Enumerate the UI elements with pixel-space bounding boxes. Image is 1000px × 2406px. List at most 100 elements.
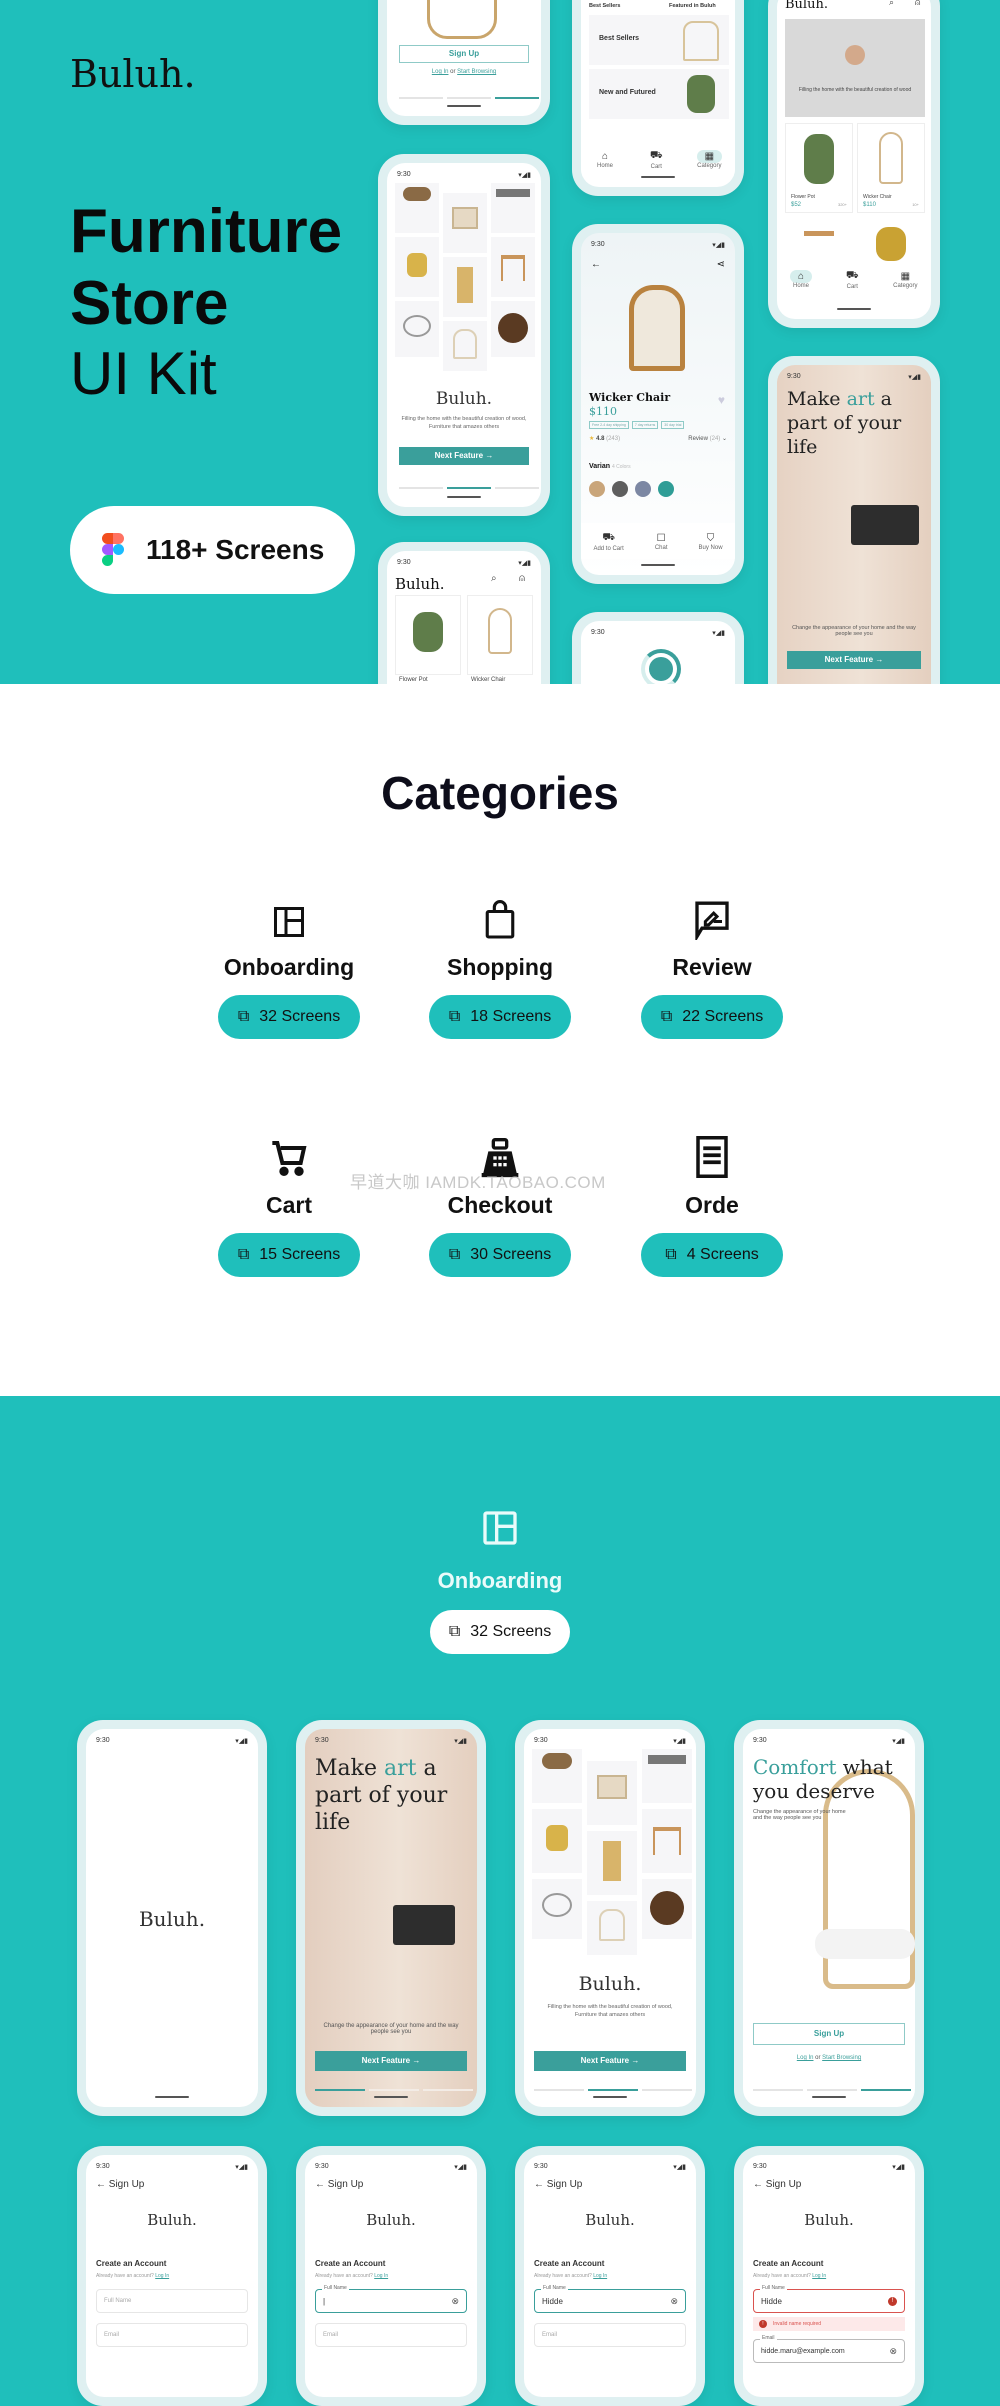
- fullname-input[interactable]: Full Name Hidde!: [753, 2285, 905, 2313]
- clear-icon[interactable]: ⊗: [889, 2346, 897, 2357]
- product-card[interactable]: Wicker Chair $110 10+: [857, 123, 925, 213]
- browse-link[interactable]: Start Browsing: [822, 2055, 861, 2061]
- signup-button[interactable]: Sign Up: [399, 45, 529, 63]
- chat-button[interactable]: ☐ Chat: [649, 532, 674, 551]
- preview-phone-signup: Sign Up Log In or Start Browsing: [378, 0, 550, 125]
- category-new[interactable]: New and Futured: [589, 69, 729, 119]
- buy-now-button[interactable]: ⛉ Buy Now: [699, 532, 723, 551]
- category-cart[interactable]: Cart ⧉ 15 Screens: [189, 1132, 389, 1277]
- clear-icon[interactable]: ⊗: [670, 2296, 678, 2307]
- screens-badge[interactable]: ⧉ 30 Screens: [429, 1233, 571, 1277]
- product-price: $110: [589, 405, 617, 418]
- chair-image: [427, 0, 497, 39]
- back-arrow-icon[interactable]: ←: [753, 2179, 763, 2190]
- nav-cart[interactable]: ⛟ Cart: [642, 149, 671, 170]
- onboarding-count-badge[interactable]: ⧉ 32 Screens: [430, 1610, 570, 1654]
- email-input[interactable]: Email: [315, 2323, 467, 2347]
- back-arrow-icon[interactable]: ←: [96, 2179, 106, 2190]
- screens-count-pill: 118+ Screens: [70, 506, 355, 594]
- profile-icon[interactable]: ⍝: [519, 573, 525, 584]
- hero-subtitle: UI Kit: [70, 340, 217, 407]
- login-link[interactable]: Log In: [593, 2273, 607, 2279]
- next-feature-button[interactable]: Next Feature →: [315, 2051, 467, 2071]
- heart-icon[interactable]: ♥: [718, 393, 725, 407]
- signup-header: ← Sign Up: [96, 2179, 145, 2190]
- rating: ★ 4.8 (243): [589, 436, 621, 442]
- hero-title-line1: Furniture: [70, 197, 343, 266]
- category-shopping[interactable]: Shopping ⧉ 18 Screens: [400, 894, 600, 1039]
- error-message: ! Invalid name required: [753, 2317, 905, 2331]
- login-link[interactable]: Log In: [797, 2055, 814, 2061]
- review-icon: [612, 894, 812, 940]
- fullname-input[interactable]: Full Name | ⊗: [315, 2285, 467, 2313]
- signup-screen-focus: 9:30 ▾◢▮ ← Sign Up Buluh. Create an Accou…: [296, 2146, 486, 2406]
- onboarding-splash-screen: 9:30 ▾◢▮ Buluh.: [77, 1720, 267, 2116]
- onboarding-make-art-screen: 9:30 ▾◢▮ Make art a part of your life Cha…: [296, 1720, 486, 2116]
- nav-cart[interactable]: ⛟ Cart: [838, 269, 867, 290]
- nav-category[interactable]: ▦ Category: [696, 149, 723, 169]
- review-toggle[interactable]: Review (24) ⌄: [688, 435, 727, 442]
- home-icon: ⌂: [601, 150, 609, 162]
- category-order[interactable]: Orde ⧉ 4 Screens: [612, 1132, 812, 1277]
- login-link[interactable]: Log In: [812, 2273, 826, 2279]
- pages-icon: ⧉: [448, 1623, 461, 1640]
- browse-link[interactable]: Start Browsing: [457, 69, 496, 75]
- next-feature-button[interactable]: Next Feature →: [787, 651, 921, 669]
- search-icon[interactable]: ⌕: [889, 0, 894, 8]
- variant-label: Varian 4 Colors: [589, 463, 631, 470]
- add-to-cart-button[interactable]: ⛟ Add to Cart: [593, 531, 623, 552]
- onboarding-title: Onboarding: [437, 1568, 563, 1593]
- watermark: 早道大咖 IAMDK.TAOBAO.COM: [350, 1173, 606, 1192]
- back-arrow-icon[interactable]: ←: [534, 2179, 544, 2190]
- bottom-nav: ⌂ Home ⛟ Cart ▦ Category: [777, 261, 931, 297]
- login-link[interactable]: Log In: [432, 69, 449, 75]
- nav-home[interactable]: ⌂ Home: [594, 150, 616, 169]
- variant-swatches: [589, 481, 674, 497]
- product-card[interactable]: Flower Pot $52 320+: [785, 123, 853, 213]
- swatch-tan[interactable]: [589, 481, 605, 497]
- swatch-teal[interactable]: [658, 481, 674, 497]
- back-arrow-icon[interactable]: ←: [315, 2179, 325, 2190]
- fullname-input[interactable]: Full Name: [96, 2289, 248, 2313]
- next-feature-button[interactable]: Next Feature →: [534, 2051, 686, 2071]
- home-brand: Buluh.: [785, 0, 828, 12]
- email-input[interactable]: Email: [534, 2323, 686, 2347]
- preview-phone-loading: 9:30 ▾◢▮: [572, 612, 744, 684]
- fullname-input[interactable]: Full Name Hidde ⊗: [534, 2285, 686, 2313]
- nav-home[interactable]: ⌂ Home: [789, 269, 813, 289]
- preview-phone-home-2: 9:30 ▾◢▮ Buluh. ⌕ ⍝ Flower Pot Wicker Cha…: [378, 542, 550, 684]
- screens-count: 118+ Screens: [146, 534, 325, 565]
- screens-badge[interactable]: ⧉ 18 Screens: [429, 995, 571, 1039]
- splash-brand: Buluh.: [435, 389, 493, 409]
- login-link[interactable]: Log In: [374, 2273, 388, 2279]
- category-onboarding[interactable]: Onboarding ⧉ 32 Screens: [189, 894, 389, 1039]
- category-best-sellers[interactable]: Best Sellers: [589, 15, 729, 65]
- category-checkout[interactable]: Checkout ⧉ 30 Screens: [400, 1132, 600, 1277]
- nav-category[interactable]: ▦ Category: [893, 270, 918, 289]
- swatch-grey[interactable]: [612, 481, 628, 497]
- pages-icon: ⧉: [665, 1246, 677, 1263]
- email-input[interactable]: Email hidde.maru@example.com ⊗: [753, 2335, 905, 2363]
- screens-badge[interactable]: ⧉ 32 Screens: [218, 995, 360, 1039]
- screens-badge[interactable]: ⧉ 4 Screens: [641, 1233, 783, 1277]
- category-review[interactable]: Review ⧉ 22 Screens: [612, 894, 812, 1039]
- login-link[interactable]: Log In: [155, 2273, 169, 2279]
- signup-button[interactable]: Sign Up: [753, 2023, 905, 2045]
- next-feature-button[interactable]: Next Feature →: [399, 447, 529, 465]
- screens-badge[interactable]: ⧉ 22 Screens: [641, 995, 783, 1039]
- home-banner[interactable]: Filling the home with the beautiful crea…: [785, 19, 925, 117]
- screens-badge[interactable]: ⧉ 15 Screens: [218, 1233, 360, 1277]
- share-icon[interactable]: ⋖: [717, 259, 725, 270]
- pages-icon: ⧉: [448, 1008, 461, 1025]
- email-input[interactable]: Email: [96, 2323, 248, 2347]
- swatch-blue[interactable]: [635, 481, 651, 497]
- signup-screen-error: 9:30 ▾◢▮ ← Sign Up Buluh. Create an Accou…: [734, 2146, 924, 2406]
- clear-icon[interactable]: ⊗: [451, 2296, 459, 2307]
- back-arrow-icon[interactable]: ←: [591, 259, 601, 270]
- profile-icon[interactable]: ⍝: [915, 0, 920, 8]
- onboarding-comfort-screen: 9:30 ▾◢▮ Comfort what you deserve Change …: [734, 1720, 924, 2116]
- cart-icon: ⛟: [650, 149, 663, 161]
- signup-screen-empty: 9:30 ▾◢▮ ← Sign Up Buluh. Create an Accou…: [77, 2146, 267, 2406]
- search-icon[interactable]: ⌕: [491, 573, 497, 584]
- signup-screen-filled: 9:30 ▾◢▮ ← Sign Up Buluh. Create an Accou…: [515, 2146, 705, 2406]
